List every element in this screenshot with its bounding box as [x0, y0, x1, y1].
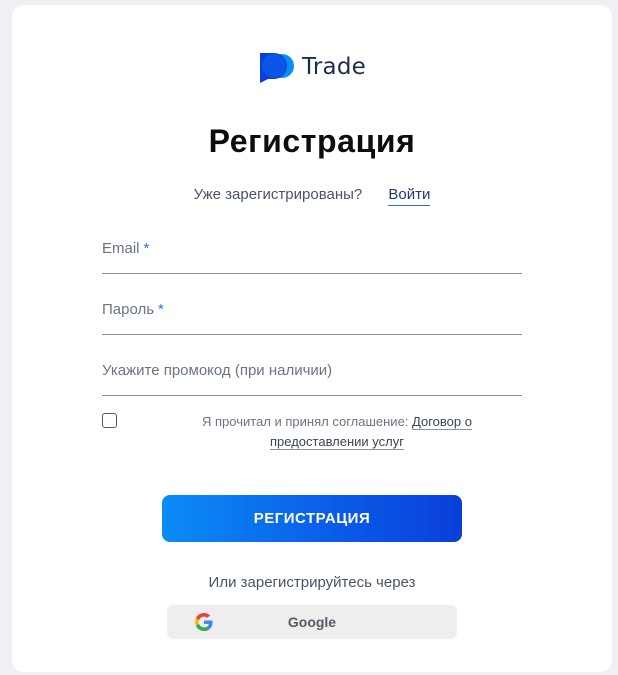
google-signup-button[interactable]: Google: [167, 605, 457, 639]
login-question: Уже зарегистрированы?: [193, 186, 363, 203]
promo-input[interactable]: [102, 356, 522, 394]
register-button[interactable]: РЕГИСТРАЦИЯ: [162, 495, 462, 542]
social-prompt: Или зарегистрируйтесь через: [208, 574, 416, 591]
page-title: Регистрация: [208, 123, 416, 159]
registration-card: Trade Регистрация Уже зарегистрированы? …: [12, 5, 612, 672]
agreement-checkbox[interactable]: [102, 413, 117, 428]
email-field[interactable]: Email *: [102, 234, 522, 274]
brand-name: Trade: [302, 54, 366, 80]
login-link[interactable]: Войти: [388, 186, 431, 206]
password-field[interactable]: Пароль *: [102, 295, 522, 335]
po-logo-icon: [260, 53, 294, 83]
promo-field[interactable]: Укажите промокод (при наличии): [102, 356, 522, 396]
password-input[interactable]: [102, 295, 522, 333]
google-label: Google: [287, 614, 337, 630]
brand-logo[interactable]: Trade: [258, 51, 366, 83]
login-prompt: Уже зарегистрированы? Войти: [12, 186, 612, 206]
email-input[interactable]: [102, 234, 522, 272]
agreement-text: Я прочитал и принял соглашение: Договор …: [202, 414, 472, 450]
